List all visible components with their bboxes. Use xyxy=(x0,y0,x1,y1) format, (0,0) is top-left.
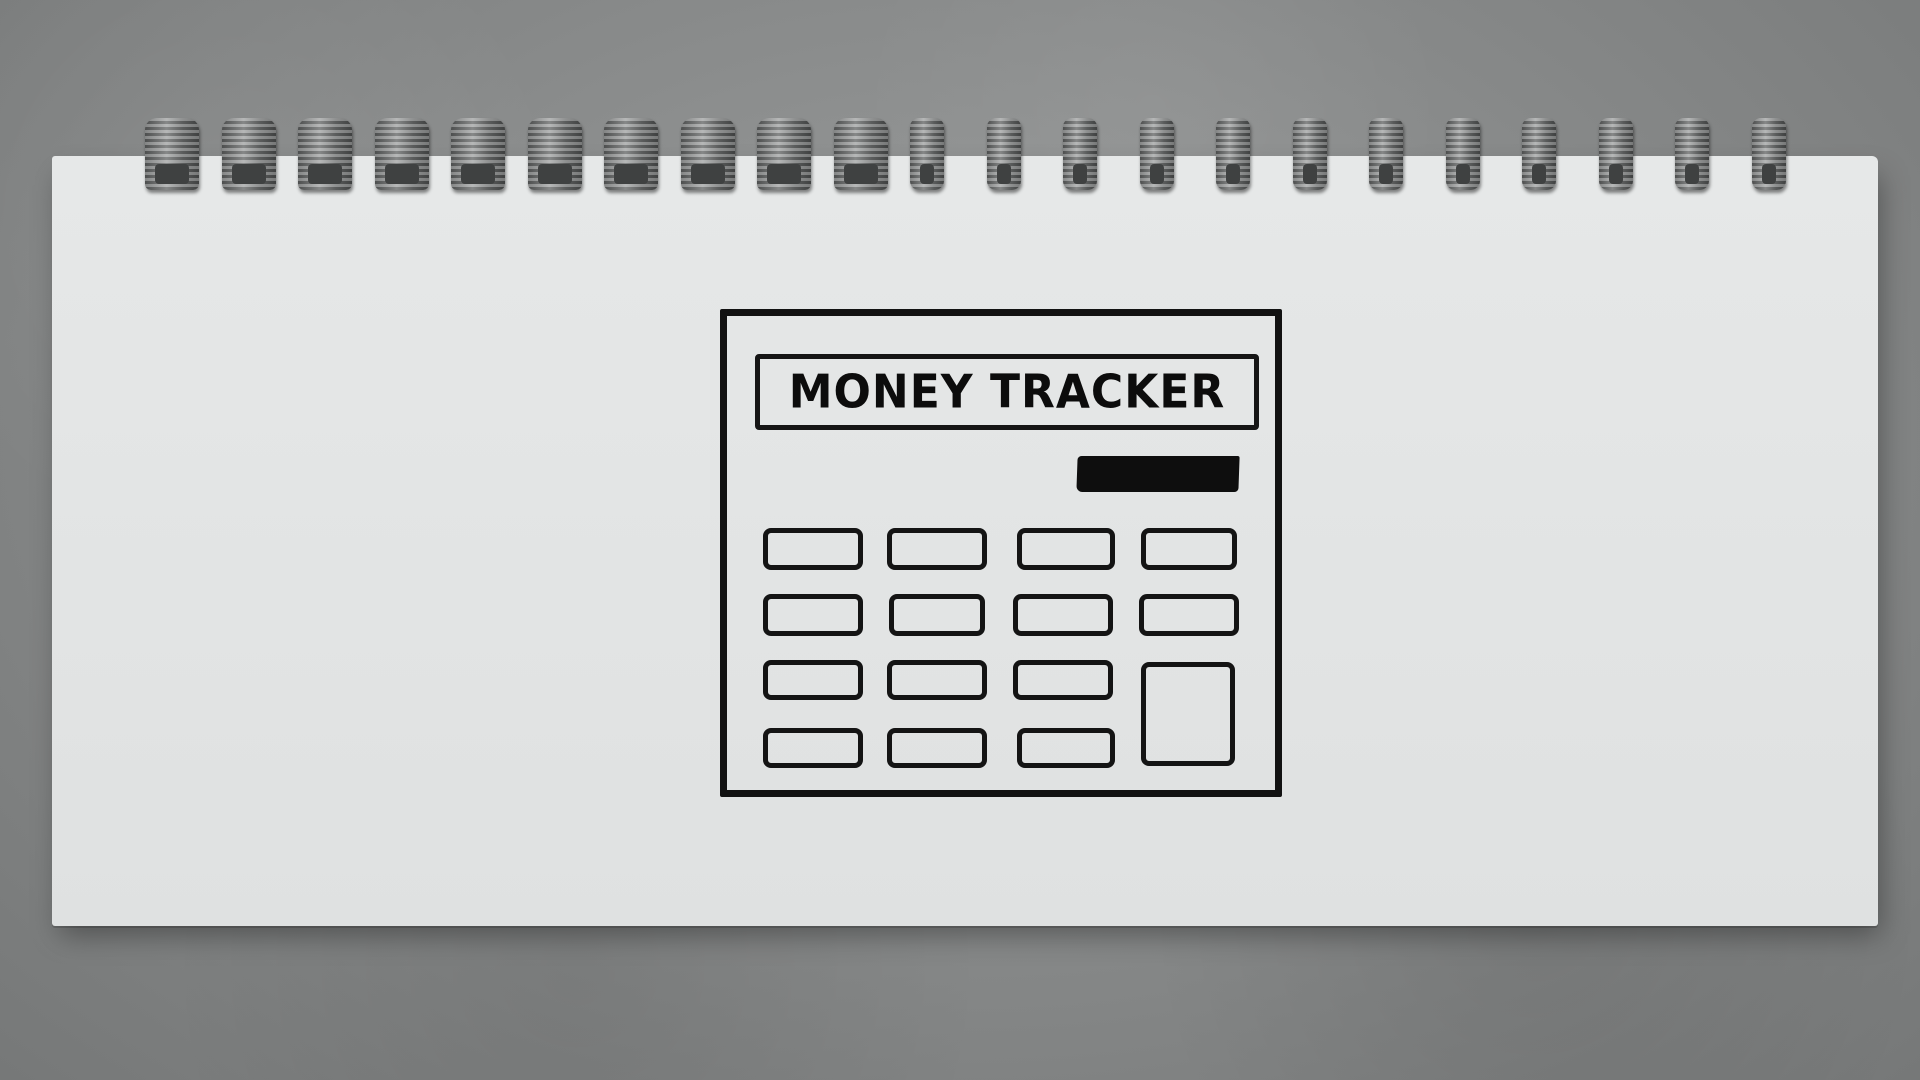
spiral-ring xyxy=(451,118,505,190)
key-tall[interactable] xyxy=(1141,662,1235,766)
spiral-ring xyxy=(1675,118,1709,190)
key-r3c3[interactable] xyxy=(1013,660,1113,700)
spiral-ring xyxy=(145,118,199,190)
calculator-sketch: MONEY TRACKER xyxy=(720,309,1282,797)
key-r4c3[interactable] xyxy=(1017,728,1115,768)
spiral-ring xyxy=(1369,118,1403,190)
key-r1c4[interactable] xyxy=(1141,528,1237,570)
key-r2c1[interactable] xyxy=(763,594,863,636)
calculator-display: MONEY TRACKER xyxy=(755,354,1259,430)
spiral-ring xyxy=(757,118,811,190)
spiral-ring xyxy=(987,118,1021,190)
readout-bar xyxy=(1076,456,1240,492)
spiral-ring xyxy=(1446,118,1480,190)
spiral-ring xyxy=(1293,118,1327,190)
spiral-ring xyxy=(1599,118,1633,190)
spiral-ring xyxy=(1522,118,1556,190)
spiral-ring xyxy=(604,118,658,190)
spiral-ring xyxy=(528,118,582,190)
key-r1c1[interactable] xyxy=(763,528,863,570)
key-r1c2[interactable] xyxy=(887,528,987,570)
spiral-ring xyxy=(222,118,276,190)
spiral-ring xyxy=(1063,118,1097,190)
display-title: MONEY TRACKER xyxy=(788,365,1226,419)
spiral-ring xyxy=(298,118,352,190)
spiral-ring xyxy=(681,118,735,190)
key-r2c3[interactable] xyxy=(1013,594,1113,636)
spiral-ring xyxy=(1140,118,1174,190)
spiral-ring xyxy=(910,118,944,190)
spiral-ring xyxy=(1752,118,1786,190)
key-r4c1[interactable] xyxy=(763,728,863,768)
key-r3c2[interactable] xyxy=(887,660,987,700)
key-r2c2[interactable] xyxy=(889,594,985,636)
key-r2c4[interactable] xyxy=(1139,594,1239,636)
spiral-binding xyxy=(145,118,1815,196)
spiral-ring xyxy=(834,118,888,190)
key-r1c3[interactable] xyxy=(1017,528,1115,570)
key-r4c2[interactable] xyxy=(887,728,987,768)
spiral-ring xyxy=(1216,118,1250,190)
key-r3c1[interactable] xyxy=(763,660,863,700)
spiral-ring xyxy=(375,118,429,190)
